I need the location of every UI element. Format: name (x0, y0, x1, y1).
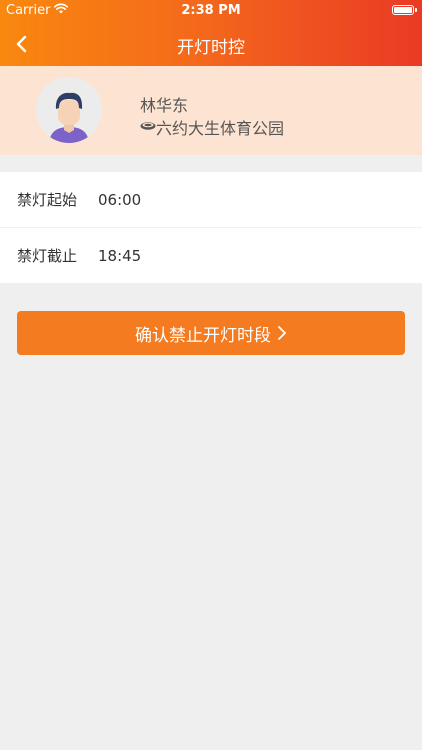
schedule-list: 禁灯起始 06:00 禁灯截止 18:45 (0, 172, 422, 283)
battery-tip (415, 8, 417, 12)
status-time: 2:38 PM (181, 3, 241, 18)
battery-icon (392, 5, 417, 15)
end-time-label: 禁灯截止 (17, 247, 78, 265)
location-name: 六约大生体育公园 (156, 119, 285, 138)
user-avatar-icon (36, 77, 102, 143)
user-name: 林华东 (140, 96, 189, 115)
page-title: 开灯时控 (177, 38, 245, 58)
avatar (36, 77, 102, 143)
confirm-button[interactable]: 确认禁止开灯时段 (17, 311, 405, 355)
start-time-label: 禁灯起始 (17, 191, 78, 209)
app-header: Carrier 2:38 PM 开灯时控 (0, 0, 422, 66)
chevron-right-icon (278, 326, 286, 340)
lamp-icon (140, 118, 156, 137)
start-time-value[interactable]: 06:00 (98, 191, 141, 209)
end-time-value[interactable]: 18:45 (98, 247, 141, 265)
start-time-row[interactable]: 禁灯起始 06:00 (0, 172, 422, 227)
status-bar: Carrier 2:38 PM (0, 0, 422, 22)
nav-bar: 开灯时控 (0, 22, 422, 66)
battery-level (394, 7, 412, 13)
end-time-row[interactable]: 禁灯截止 18:45 (0, 227, 422, 283)
user-profile-card: 林华东 六约大生体育公园 (0, 66, 422, 155)
confirm-label: 确认禁止开灯时段 (135, 325, 271, 346)
user-location: 六约大生体育公园 (140, 115, 284, 139)
